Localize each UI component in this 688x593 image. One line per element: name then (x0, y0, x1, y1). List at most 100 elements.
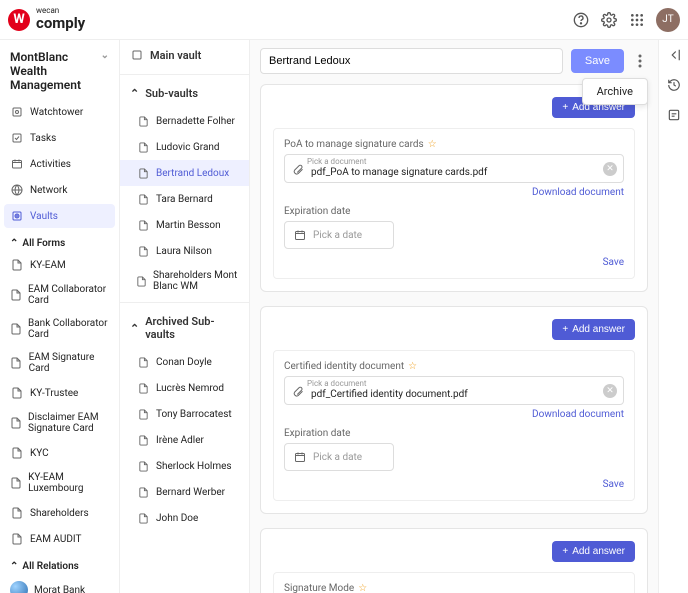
plus-icon: + (562, 546, 568, 557)
sub-vault-item[interactable]: Ludovic Grand (120, 134, 249, 160)
sub-vault-sidebar: Main vault ⌃ Sub-vaults Bernadette Folhe… (120, 40, 250, 593)
doc-icon (10, 476, 22, 490)
archived-item[interactable]: John Doe (120, 505, 249, 531)
chevron-down-icon: ⌃ (10, 238, 18, 249)
main-vault-link[interactable]: Main vault (120, 40, 249, 70)
sub-vault-item[interactable]: Shareholders Mont Blanc WM (120, 264, 249, 298)
download-link[interactable]: Download document (284, 187, 624, 198)
nav-activities[interactable]: Activities (4, 152, 115, 176)
file-name: pdf_Certified identity document.pdf (311, 389, 468, 400)
primary-sidebar: MontBlanc Wealth Management⌄ Watchtower … (0, 40, 120, 593)
file-icon (136, 355, 150, 369)
archived-item[interactable]: Lucrès Nemrod (120, 375, 249, 401)
settings-icon[interactable] (600, 11, 618, 29)
archived-item[interactable]: Tony Barrocatest (120, 401, 249, 427)
nav-vaults[interactable]: Vaults (4, 204, 115, 228)
calendar-icon (293, 228, 307, 242)
archive-menu-item[interactable]: Archive (582, 78, 648, 105)
field-label: PoA to manage signature cards ☆ (284, 139, 624, 150)
vault-icon (130, 48, 144, 62)
network-icon (10, 183, 24, 197)
form-item[interactable]: KYC (4, 441, 115, 465)
apps-icon[interactable] (628, 11, 646, 29)
form-item[interactable]: EAM Signature Card (4, 347, 115, 379)
question-card: + Add answer PoA to manage signature car… (260, 84, 648, 292)
file-icon (136, 407, 150, 421)
file-icon (136, 218, 150, 232)
form-item[interactable]: KY-EAM (4, 253, 115, 277)
archived-header[interactable]: ⌃ Archived Sub-vaults (120, 307, 249, 349)
question-card: + Add answer Certified identity document… (260, 306, 648, 514)
save-button[interactable]: Save (571, 49, 624, 73)
file-icon (136, 459, 150, 473)
archived-item[interactable]: Sherlock Holmes (120, 453, 249, 479)
field-label: Signature Mode ☆ (284, 583, 624, 593)
collapse-icon[interactable] (665, 46, 683, 64)
sub-vault-item[interactable]: Martin Besson (120, 212, 249, 238)
form-item[interactable]: EAM Collaborator Card (4, 279, 115, 311)
nav-watchtower[interactable]: Watchtower (4, 100, 115, 124)
sub-vault-item[interactable]: Bernadette Folher (120, 108, 249, 134)
file-icon (136, 433, 150, 447)
user-avatar[interactable]: JT (656, 8, 680, 32)
add-answer-button[interactable]: + Add answer (552, 541, 635, 562)
form-item[interactable]: Shareholders (4, 501, 115, 525)
file-icon (136, 381, 150, 395)
doc-icon (10, 386, 24, 400)
document-picker[interactable]: Pick a document pdf_Certified identity d… (284, 376, 624, 405)
more-menu-button[interactable] (632, 54, 648, 68)
question-card: + Add answer Signature Mode ☆ Individual… (260, 528, 648, 593)
form-item[interactable]: EAM AUDIT (4, 527, 115, 551)
sub-vaults-header[interactable]: ⌃ Sub-vaults (120, 79, 249, 108)
doc-icon (10, 258, 24, 272)
calendar-icon (293, 450, 307, 464)
file-icon (136, 244, 150, 258)
form-item[interactable]: KY-EAM Luxembourg (4, 467, 115, 499)
clear-file-button[interactable]: ✕ (603, 162, 617, 176)
document-picker[interactable]: Pick a document pdf_PoA to manage signat… (284, 154, 624, 183)
sub-vault-item[interactable]: Bertrand Ledoux (120, 160, 249, 186)
nav-network[interactable]: Network (4, 178, 115, 202)
field-label: Certified identity document ☆ (284, 361, 624, 372)
file-icon (136, 274, 147, 288)
attachment-icon (291, 384, 305, 398)
add-answer-button[interactable]: + Add answer (552, 319, 635, 340)
file-icon (136, 192, 150, 206)
relations-section-header[interactable]: ⌃ All Relations (4, 553, 115, 576)
plus-icon: + (562, 324, 568, 335)
forms-section-header[interactable]: ⌃ All Forms (4, 230, 115, 253)
archived-item[interactable]: Irène Adler (120, 427, 249, 453)
sub-vault-item[interactable]: Laura Nilson (120, 238, 249, 264)
file-icon (136, 485, 150, 499)
star-icon: ☆ (428, 139, 437, 150)
date-picker[interactable]: Pick a date (284, 221, 394, 249)
sub-vault-item[interactable]: Tara Bernard (120, 186, 249, 212)
archived-item[interactable]: Bernard Werber (120, 479, 249, 505)
brand-logo: W (8, 9, 30, 31)
section-save-link[interactable]: Save (284, 257, 624, 268)
download-link[interactable]: Download document (284, 409, 624, 420)
nav-tasks[interactable]: Tasks (4, 126, 115, 150)
form-item[interactable]: KY-Trustee (4, 381, 115, 405)
archived-item[interactable]: Conan Doyle (120, 349, 249, 375)
clear-file-button[interactable]: ✕ (603, 384, 617, 398)
detail-pane: Save Archive + Add answer PoA to manage … (250, 40, 658, 593)
star-icon: ☆ (408, 361, 417, 372)
section-save-link[interactable]: Save (284, 479, 624, 490)
org-selector[interactable]: MontBlanc Wealth Management⌄ (4, 46, 115, 100)
doc-icon (10, 506, 24, 520)
tasks-icon (10, 131, 24, 145)
file-icon (136, 511, 150, 525)
tasks-panel-icon[interactable] (665, 106, 683, 124)
plus-icon: + (562, 102, 568, 113)
form-item[interactable]: Disclaimer EAM Signature Card (4, 407, 115, 439)
form-item[interactable]: Bank Collaborator Card (4, 313, 115, 345)
vault-title-input[interactable] (260, 48, 563, 74)
file-placeholder: Pick a document (307, 157, 367, 166)
relation-item[interactable]: Morat Bank (4, 576, 115, 593)
help-icon[interactable] (572, 11, 590, 29)
date-picker[interactable]: Pick a date (284, 443, 394, 471)
file-icon (136, 114, 150, 128)
history-icon[interactable] (665, 76, 683, 94)
attachment-icon (291, 162, 305, 176)
